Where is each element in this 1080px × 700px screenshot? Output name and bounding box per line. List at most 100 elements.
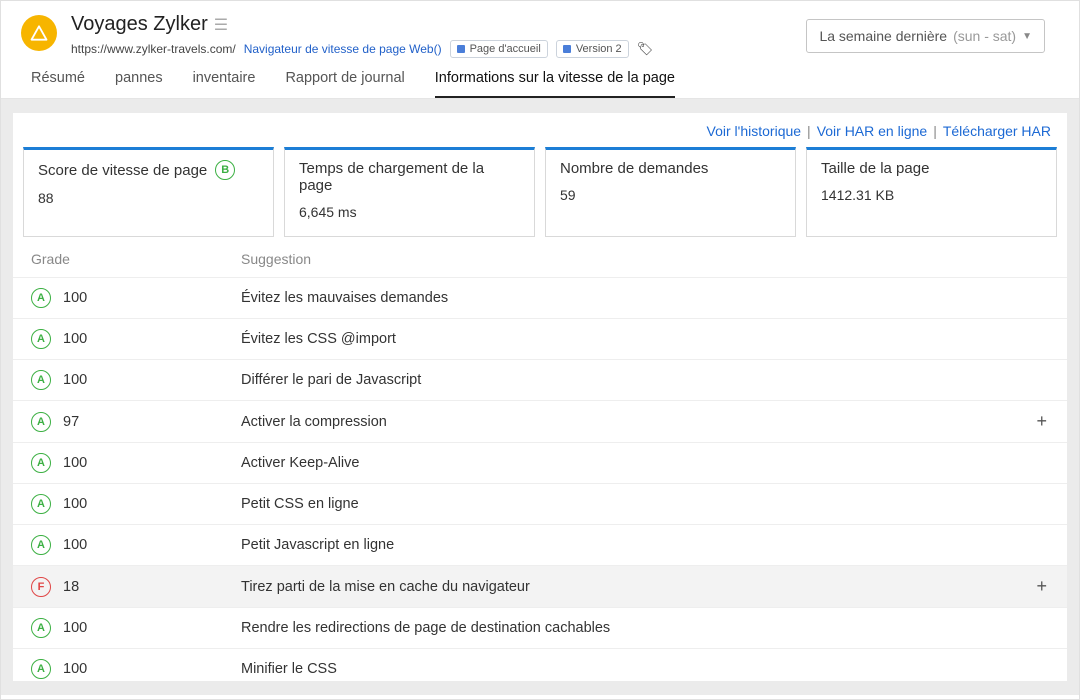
view-history-link[interactable]: Voir l'historique (707, 123, 802, 139)
cell-suggestion: Évitez les mauvaises demandes (241, 290, 1049, 306)
grade-score: 100 (63, 496, 87, 512)
metric-card[interactable]: Score de vitesse de page B 88 (23, 147, 274, 237)
col-header-suggestion: Suggestion (241, 251, 1049, 267)
cell-suggestion: Tirez parti de la mise en cache du navig… (241, 579, 1036, 595)
header: Voyages Zylker ☰ https://www.zylker-trav… (1, 1, 1079, 58)
menu-icon[interactable]: ☰ (214, 15, 228, 35)
tag-icon[interactable]: 🏷 (637, 41, 654, 57)
grade-icon: F (31, 577, 51, 597)
cell-grade: A 97 (31, 412, 241, 432)
grade-icon: A (31, 329, 51, 349)
cell-suggestion: Petit CSS en ligne (241, 496, 1049, 512)
metric-value: 88 (38, 190, 259, 206)
separator: | (807, 123, 811, 139)
web-speed-navigator-link[interactable]: Navigateur de vitesse de page Web() (244, 42, 442, 56)
metric-label-text: Taille de la page (821, 160, 929, 177)
metrics-row: Score de vitesse de page B 88 Temps de char… (13, 147, 1067, 237)
cell-grade: A100 (31, 453, 241, 473)
pill-version[interactable]: Version 2 (556, 40, 629, 58)
separator: | (933, 123, 937, 139)
grade-score: 100 (63, 372, 87, 388)
metric-label: Temps de chargement de la page (299, 160, 520, 194)
grade-score: 100 (63, 620, 87, 636)
tab-4[interactable]: Informations sur la vitesse de la page (435, 70, 675, 98)
cell-grade: F 18 (31, 577, 241, 597)
tab-1[interactable]: pannes (115, 70, 163, 98)
cell-suggestion: Rendre les redirections de page de desti… (241, 620, 1049, 636)
metric-value: 59 (560, 187, 781, 203)
cell-suggestion: Différer le pari de Javascript (241, 372, 1049, 388)
grade-score: 18 (63, 579, 79, 595)
table-row[interactable]: A 100 Évitez les mauvaises demandes (13, 277, 1067, 318)
cell-grade: A 100 (31, 535, 241, 555)
grade-icon: A (31, 618, 51, 638)
metric-label-text: Temps de chargement de la page (299, 160, 520, 194)
title-wrap: Voyages Zylker ☰ https://www.zylker-trav… (71, 13, 653, 58)
expand-icon[interactable]: + (1036, 411, 1049, 432)
table-row[interactable]: A 100 Petit CSS en ligne (13, 483, 1067, 524)
cell-suggestion: Petit Javascript en ligne (241, 537, 1049, 553)
tab-3[interactable]: Rapport de journal (285, 70, 404, 98)
metric-value: 6,645 ms (299, 204, 520, 220)
cell-suggestion: Minifier le CSS (241, 661, 1049, 677)
cell-grade: A 100 (31, 288, 241, 308)
table-row[interactable]: A 100 Rendre les redirections de page de d… (13, 607, 1067, 648)
cell-suggestion: Évitez les CSS @import (241, 331, 1049, 347)
sub-row: https://www.zylker-travels.com/ Navigate… (71, 40, 653, 58)
grade-score: 97 (63, 414, 79, 430)
table-header: Grade Suggestion (13, 237, 1067, 277)
metric-value: 1412.31 KB (821, 187, 1042, 203)
grade-icon: A (31, 412, 51, 432)
view-har-online-link[interactable]: Voir HAR en ligne (817, 123, 928, 139)
grade-badge: B (215, 160, 235, 180)
grade-icon: A (31, 535, 51, 555)
download-har-link[interactable]: Télécharger HAR (943, 123, 1051, 139)
tab-0[interactable]: Résumé (31, 70, 85, 98)
cell-grade: A 100 (31, 494, 241, 514)
chevron-down-icon: ▼ (1022, 31, 1032, 42)
table-row[interactable]: A 100 Différer le pari de Javascript (13, 359, 1067, 400)
table-row[interactable]: A 100 Minifier le CSS (13, 648, 1067, 681)
table-row[interactable]: F 18 Tirez parti de la mise en cache du na… (13, 565, 1067, 607)
metric-card[interactable]: Taille de la page 1412.31 KB (806, 147, 1057, 237)
table-row[interactable]: A 100 Petit Javascript en ligne (13, 524, 1067, 565)
table-row[interactable]: A 100 Évitez les CSS @import (13, 318, 1067, 359)
pill-label: Page d'accueil (470, 43, 541, 55)
grade-icon: A (31, 288, 51, 308)
date-range-label: La semaine dernière (819, 28, 947, 44)
grade-icon: A (31, 494, 51, 514)
square-icon (563, 45, 571, 53)
metric-label: Taille de la page (821, 160, 1042, 177)
table-body: A 100 Évitez les mauvaises demandes A 100 Évi… (13, 277, 1067, 681)
header-left: Voyages Zylker ☰ https://www.zylker-trav… (21, 13, 653, 58)
grade-icon: A (31, 453, 51, 473)
date-range-picker[interactable]: La semaine dernière (sun - sat) ▼ (806, 19, 1045, 53)
table-row[interactable]: A100Activer Keep-Alive (13, 442, 1067, 483)
metric-label: Score de vitesse de page B (38, 160, 259, 180)
metric-label-text: Score de vitesse de page (38, 162, 207, 179)
metric-card[interactable]: Temps de chargement de la page 6,645 ms (284, 147, 535, 237)
expand-icon[interactable]: + (1036, 576, 1049, 597)
date-range-sub: (sun - sat) (953, 28, 1016, 44)
card: Voir l'historique | Voir HAR en ligne | … (13, 113, 1067, 681)
tabs: Résumé pannes inventaire Rapport de journal… (1, 58, 1079, 99)
pill-label: Version 2 (576, 43, 622, 55)
cell-grade: A 100 (31, 659, 241, 679)
table-row[interactable]: A97Activer la compression+ (13, 400, 1067, 442)
cell-grade: A 100 (31, 618, 241, 638)
grade-score: 100 (63, 661, 87, 677)
grade-score: 100 (63, 537, 87, 553)
grade-icon: A (31, 659, 51, 679)
site-logo (21, 15, 57, 51)
tab-2[interactable]: inventaire (193, 70, 256, 98)
cell-grade: A 100 (31, 329, 241, 349)
cell-grade: A 100 (31, 370, 241, 390)
metric-card[interactable]: Nombre de demandes 59 (545, 147, 796, 237)
metric-label: Nombre de demandes (560, 160, 781, 177)
col-header-grade: Grade (31, 251, 241, 267)
grade-score: 100 (63, 331, 87, 347)
pill-homepage[interactable]: Page d'accueil (450, 40, 548, 58)
grade-score: 100 (63, 290, 87, 306)
cell-suggestion: Activer Keep-Alive (241, 455, 1049, 471)
grade-icon: A (31, 370, 51, 390)
